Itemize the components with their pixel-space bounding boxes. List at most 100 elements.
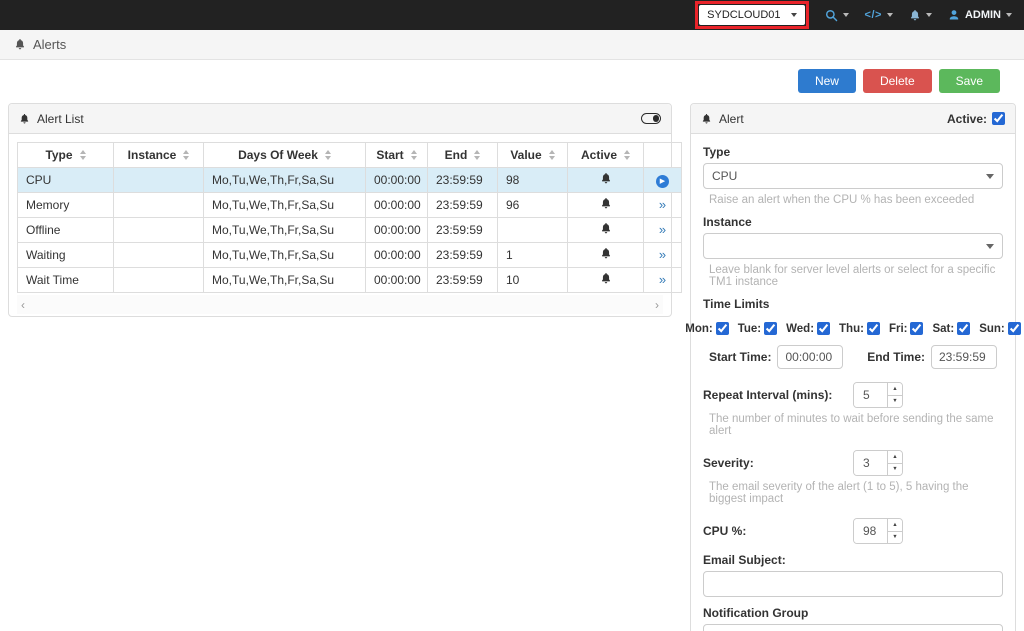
row-open-icon[interactable]: » — [644, 268, 682, 293]
cell[interactable]: Waiting — [18, 243, 114, 268]
day-checkbox-sat[interactable]: Sat: — [932, 322, 970, 335]
email-subject-input[interactable] — [703, 571, 1003, 597]
notifications-menu[interactable] — [909, 9, 932, 22]
cell[interactable] — [114, 193, 204, 218]
delete-button[interactable]: Delete — [863, 69, 932, 93]
day-label: Thu: — [839, 323, 864, 335]
column-header-value[interactable]: Value — [498, 143, 568, 168]
row-open-icon[interactable]: » — [644, 243, 682, 268]
cell[interactable]: 00:00:00 — [366, 218, 428, 243]
day-checkbox-mon[interactable]: Mon: — [685, 322, 728, 335]
alert-row-cpu[interactable]: CPU Mo,Tu,We,Th,Fr,Sa,Su00:00:0023:59:599… — [18, 168, 682, 193]
alert-row-offline[interactable]: Offline Mo,Tu,We,Th,Fr,Sa,Su00:00:0023:59… — [18, 218, 682, 243]
bell-icon — [14, 38, 26, 51]
spin-down-icon[interactable]: ▼ — [888, 396, 902, 408]
cell[interactable]: Mo,Tu,We,Th,Fr,Sa,Su — [204, 193, 366, 218]
checkbox[interactable] — [957, 322, 970, 335]
active-bell-icon[interactable] — [568, 168, 644, 193]
spin-up-icon[interactable]: ▲ — [888, 519, 902, 532]
server-selector[interactable]: SYDCLOUD01 — [699, 5, 804, 25]
checkbox[interactable] — [817, 322, 830, 335]
cell[interactable]: 10 — [498, 268, 568, 293]
cell[interactable]: 23:59:59 — [428, 243, 498, 268]
severity-input[interactable] — [854, 451, 887, 475]
cell[interactable]: 23:59:59 — [428, 218, 498, 243]
start-time-input[interactable] — [777, 345, 843, 369]
cell[interactable]: CPU — [18, 168, 114, 193]
cell[interactable]: 00:00:00 — [366, 193, 428, 218]
cell[interactable]: Mo,Tu,We,Th,Fr,Sa,Su — [204, 268, 366, 293]
cell[interactable]: 00:00:00 — [366, 268, 428, 293]
cell[interactable]: 1 — [498, 243, 568, 268]
cell[interactable] — [114, 168, 204, 193]
cell[interactable]: Memory — [18, 193, 114, 218]
new-button[interactable]: New — [798, 69, 856, 93]
cell[interactable]: Mo,Tu,We,Th,Fr,Sa,Su — [204, 168, 366, 193]
cell[interactable]: 00:00:00 — [366, 168, 428, 193]
active-bell-icon[interactable] — [568, 218, 644, 243]
repeat-interval-input[interactable] — [854, 383, 887, 407]
checkbox[interactable] — [867, 322, 880, 335]
alert-row-wait-time[interactable]: Wait Time Mo,Tu,We,Th,Fr,Sa,Su00:00:0023:… — [18, 268, 682, 293]
horizontal-scrollbar[interactable]: ‹ › — [17, 295, 663, 314]
alert-row-waiting[interactable]: Waiting Mo,Tu,We,Th,Fr,Sa,Su00:00:0023:59… — [18, 243, 682, 268]
column-header-end[interactable]: End — [428, 143, 498, 168]
cell[interactable]: Mo,Tu,We,Th,Fr,Sa,Su — [204, 218, 366, 243]
notification-group-select-control[interactable]: Internal FPM — [703, 624, 1003, 631]
active-bell-icon[interactable] — [568, 193, 644, 218]
alert-row-memory[interactable]: Memory Mo,Tu,We,Th,Fr,Sa,Su00:00:0023:59:… — [18, 193, 682, 218]
day-checkbox-wed[interactable]: Wed: — [786, 322, 830, 335]
cell[interactable]: 23:59:59 — [428, 268, 498, 293]
day-checkbox-fri[interactable]: Fri: — [889, 322, 924, 335]
active-bell-icon[interactable] — [568, 268, 644, 293]
cell[interactable] — [498, 218, 568, 243]
day-checkbox-tue[interactable]: Tue: — [738, 322, 777, 335]
cell[interactable]: 00:00:00 — [366, 243, 428, 268]
cell[interactable] — [114, 268, 204, 293]
spin-down-icon[interactable]: ▼ — [888, 532, 902, 544]
row-open-icon[interactable]: » — [644, 218, 682, 243]
cell[interactable]: 23:59:59 — [428, 168, 498, 193]
cell[interactable]: Mo,Tu,We,Th,Fr,Sa,Su — [204, 243, 366, 268]
chevron-down-icon — [887, 13, 893, 17]
checkbox[interactable] — [716, 322, 729, 335]
scroll-right-icon[interactable]: › — [655, 298, 659, 312]
day-checkbox-thu[interactable]: Thu: — [839, 322, 880, 335]
row-open-icon[interactable]: » — [644, 193, 682, 218]
spin-up-icon[interactable]: ▲ — [888, 451, 902, 464]
type-select-control[interactable]: CPU — [703, 163, 1003, 189]
spin-up-icon[interactable]: ▲ — [888, 383, 902, 396]
instance-select-control[interactable] — [703, 233, 1003, 259]
checkbox[interactable] — [764, 322, 777, 335]
active-bell-icon[interactable] — [568, 243, 644, 268]
end-time-input[interactable] — [931, 345, 997, 369]
column-header-start[interactable]: Start — [366, 143, 428, 168]
cell[interactable] — [114, 218, 204, 243]
page-title: Alerts — [33, 37, 66, 52]
save-button[interactable]: Save — [939, 69, 1000, 93]
column-header-days-of-week[interactable]: Days Of Week — [204, 143, 366, 168]
start-time-label: Start Time: — [709, 350, 771, 364]
cell[interactable]: 98 — [498, 168, 568, 193]
admin-menu[interactable]: ADMIN — [948, 9, 1012, 21]
cell[interactable]: 23:59:59 — [428, 193, 498, 218]
cell[interactable]: 96 — [498, 193, 568, 218]
row-selected-indicator-icon[interactable]: ▶ — [644, 168, 682, 193]
collapse-toggle-icon[interactable] — [641, 113, 661, 124]
scroll-left-icon[interactable]: ‹ — [21, 298, 25, 312]
cpu-input[interactable] — [854, 519, 887, 543]
active-checkbox[interactable] — [992, 112, 1005, 125]
server-selector-value: SYDCLOUD01 — [707, 9, 780, 21]
column-header-active[interactable]: Active — [568, 143, 644, 168]
column-header-type[interactable]: Type — [18, 143, 114, 168]
cell[interactable]: Wait Time — [18, 268, 114, 293]
spin-down-icon[interactable]: ▼ — [888, 464, 902, 476]
cell[interactable]: Offline — [18, 218, 114, 243]
cell[interactable] — [114, 243, 204, 268]
checkbox[interactable] — [910, 322, 923, 335]
column-header-instance[interactable]: Instance — [114, 143, 204, 168]
checkbox[interactable] — [1008, 322, 1021, 335]
code-menu[interactable]: </> — [865, 9, 893, 21]
search-menu[interactable] — [825, 9, 849, 22]
day-checkbox-sun[interactable]: Sun: — [979, 322, 1021, 335]
